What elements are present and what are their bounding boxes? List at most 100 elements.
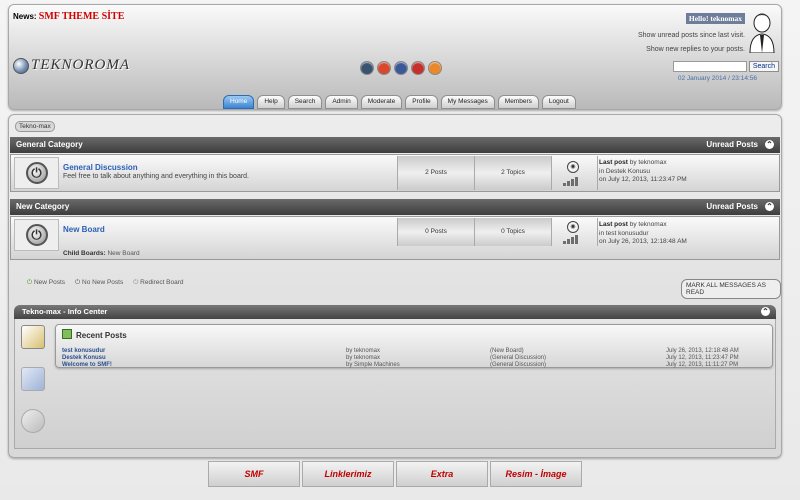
recent-post-subject[interactable]: test konusudur: [62, 348, 105, 355]
child-board-link[interactable]: New Board: [107, 250, 139, 257]
rss-icon[interactable]: [428, 61, 442, 75]
board-last-post: Last post by teknomax in test konusudur …: [599, 221, 687, 245]
recent-post-date: July 12, 2013, 11:23:47 PM: [666, 355, 739, 361]
legend-redirect-board: ⏻ Redirect Board: [133, 279, 184, 286]
menu-admin[interactable]: Admin: [325, 95, 358, 109]
board-posts-count: 0 Posts: [397, 218, 475, 246]
recent-post-board[interactable]: (General Discussion): [490, 355, 546, 362]
menu-my-messages[interactable]: My Messages: [440, 95, 495, 109]
facebook-icon[interactable]: [394, 61, 408, 75]
menu-search[interactable]: Search: [287, 95, 323, 109]
board-status-icon: ⏻: [14, 219, 59, 251]
unread-posts-link[interactable]: Unread Posts: [706, 137, 758, 153]
category-header-general[interactable]: General Category Unread Posts ⌃: [10, 137, 780, 153]
new-replies-link[interactable]: Show new replies to your posts.: [638, 43, 745, 57]
breadcrumb[interactable]: Tekno-max: [15, 121, 55, 132]
board-name[interactable]: General Discussion: [63, 163, 138, 172]
user-links: Show unread posts since last visit. Show…: [638, 29, 745, 57]
search-button[interactable]: Search: [748, 61, 779, 72]
category-title: General Category: [16, 140, 83, 149]
collapse-icon[interactable]: ⌃: [765, 140, 774, 149]
logo-text: TEKNOROMA: [31, 57, 130, 73]
collapse-icon[interactable]: ⌃: [765, 202, 774, 211]
recent-posts-list: test konusudur by teknomax (New Board) July…: [62, 348, 766, 369]
board-last-post: Last post by teknomax in Destek Konusu o…: [599, 159, 687, 183]
board-name[interactable]: New Board: [63, 225, 105, 234]
collapse-icon[interactable]: ⌃: [761, 307, 770, 316]
board-legend: ⏻ New Posts ⏻ No New Posts ⏻ Redirect Bo…: [27, 279, 184, 287]
recent-icon: [62, 329, 72, 339]
rss-icon: ◉: [567, 161, 579, 173]
unread-posts-link[interactable]: Unread Posts: [706, 199, 758, 215]
footer-tab-resim[interactable]: Resim - İmage: [490, 461, 582, 487]
menu-members[interactable]: Members: [497, 95, 539, 109]
recent-post-board[interactable]: (General Discussion): [490, 362, 546, 369]
recent-post-row: Welcome to SMF! by Simple Machines (Genera…: [62, 362, 766, 369]
recent-post-subject[interactable]: Destek Konusu: [62, 355, 106, 362]
menu-help[interactable]: Help: [257, 95, 285, 109]
mark-all-read-button[interactable]: MARK ALL MESSAGES AS READ: [681, 279, 781, 299]
main-menu: Home Help Search Admin Moderate Profile My Mes…: [223, 95, 576, 109]
board-topics-count: 0 Topics: [474, 218, 552, 246]
social-icons: [360, 61, 442, 75]
recent-post-board[interactable]: (New Board): [490, 348, 524, 355]
info-center-body: Recent Posts test konusudur by teknomax (N…: [14, 319, 776, 449]
recent-posts-title: Recent Posts: [62, 329, 127, 340]
recent-post-poster[interactable]: by Simple Machines: [346, 362, 400, 369]
recent-post-poster[interactable]: by teknomax: [346, 348, 380, 355]
board-description: Feel free to talk about anything and eve…: [63, 173, 250, 180]
recent-posts-panel: Recent Posts test konusudur by teknomax (N…: [55, 324, 773, 368]
menu-home[interactable]: Home: [223, 95, 255, 109]
power-gray-icon: ⏻: [75, 279, 81, 286]
header: News: SMF THEME SİTE TEKNOROMA Hello! te…: [8, 4, 782, 110]
info-center-header[interactable]: Tekno-max - Info Center ⌃: [14, 305, 776, 319]
power-icon: ⏻: [25, 224, 48, 246]
child-boards: Child Boards: New Board: [63, 250, 140, 257]
board-posts-count: 2 Posts: [397, 156, 475, 190]
power-redirect-icon: ⏻: [133, 279, 139, 286]
activity-bars-icon: [563, 235, 578, 244]
recent-post-row: test konusudur by teknomax (New Board) July…: [62, 348, 766, 355]
news-label: News:: [13, 12, 37, 21]
recent-post-date: July 12, 2013, 11:11:27 PM: [666, 362, 739, 368]
last-post-date: on July 12, 2013, 11:23:47 PM: [599, 176, 687, 183]
recent-post-date: July 26, 2013, 12:18:48 AM: [666, 348, 739, 354]
stats-icon: [21, 367, 45, 391]
last-post-topic[interactable]: in test konusudur: [599, 230, 649, 237]
avatar[interactable]: [747, 9, 777, 53]
google-plus-icon[interactable]: [377, 61, 391, 75]
board-topics-count: 2 Topics: [474, 156, 552, 190]
news-text[interactable]: SMF THEME SİTE: [39, 11, 125, 22]
tumblr-icon[interactable]: [360, 61, 374, 75]
last-post-topic[interactable]: in Destek Konusu: [599, 168, 650, 175]
footer-tab-smf[interactable]: SMF: [208, 461, 300, 487]
menu-profile[interactable]: Profile: [405, 95, 438, 109]
news-ticker: News: SMF THEME SİTE: [13, 11, 124, 22]
legend-no-new-posts: ⏻ No New Posts: [75, 279, 124, 286]
search-input[interactable]: [672, 61, 747, 72]
footer-tab-extra[interactable]: Extra: [396, 461, 488, 487]
board-status-icon: ⏻: [14, 157, 59, 189]
info-center-title: Tekno-max - Info Center: [22, 307, 108, 316]
globe-icon: [13, 57, 29, 74]
legend-new-posts: ⏻ New Posts: [27, 279, 66, 286]
board-row-general-discussion: ⏻ General Discussion Feel free to talk a…: [10, 154, 780, 192]
board-rss[interactable]: ◉: [551, 156, 598, 190]
category-header-new[interactable]: New Category Unread Posts ⌃: [10, 199, 780, 215]
board-rss[interactable]: ◉: [551, 218, 598, 246]
recent-posts-icon: [21, 325, 45, 349]
search-box: Search: [672, 61, 779, 72]
current-date: 02 January 2014 / 23:14:56: [677, 75, 757, 82]
youtube-icon[interactable]: [411, 61, 425, 75]
rss-icon: ◉: [567, 221, 579, 233]
activity-bars-icon: [563, 177, 578, 186]
unread-posts-link[interactable]: Show unread posts since last visit.: [638, 29, 745, 43]
menu-moderate[interactable]: Moderate: [360, 95, 403, 109]
site-logo[interactable]: TEKNOROMA: [13, 57, 130, 74]
recent-post-subject[interactable]: Welcome to SMF!: [62, 362, 112, 369]
footer-tab-linklerimiz[interactable]: Linklerimiz: [302, 461, 394, 487]
recent-post-row: Destek Konusu by teknomax (General Discuss…: [62, 355, 766, 362]
recent-post-poster[interactable]: by teknomax: [346, 355, 380, 362]
menu-logout[interactable]: Logout: [541, 95, 576, 109]
greeting: Hello! teknomax: [685, 13, 745, 24]
